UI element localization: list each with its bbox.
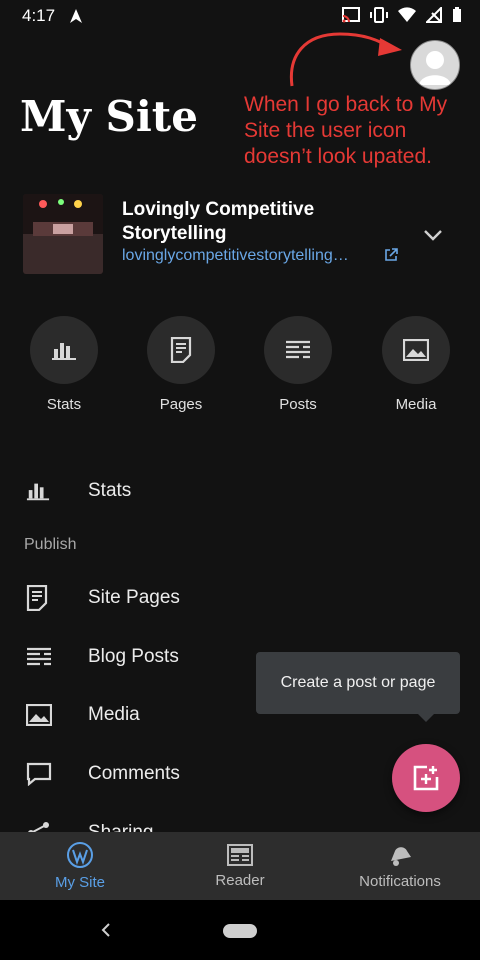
menu-item-label: Blog Posts — [88, 646, 179, 667]
tab-label: My Site — [54, 873, 105, 891]
create-fab-button[interactable] — [392, 744, 460, 812]
vibrate-icon — [370, 7, 388, 23]
annotation-text: When I go back to My Site the user icon … — [244, 93, 448, 168]
reader-icon — [227, 843, 253, 866]
signal-icon — [426, 7, 442, 23]
posts-icon — [264, 316, 332, 384]
cast-icon — [342, 7, 360, 23]
quick-action-label: Pages — [159, 396, 203, 413]
quick-action-stats[interactable]: Stats — [4, 316, 124, 413]
system-home-button[interactable] — [223, 924, 257, 938]
external-link-icon[interactable] — [384, 248, 398, 267]
tab-label: Notifications — [359, 872, 441, 890]
sharing-icon — [0, 820, 88, 832]
tab-my-site[interactable]: My Site — [0, 832, 160, 900]
create-post-icon — [413, 765, 439, 791]
status-time: 4:17 — [22, 6, 56, 25]
quick-action-label: Stats — [46, 396, 82, 413]
quick-action-media[interactable]: Media — [356, 316, 476, 413]
stats-icon — [30, 316, 98, 384]
annotation-arrow — [289, 32, 402, 87]
user-avatar[interactable] — [410, 40, 460, 90]
tab-reader[interactable]: Reader — [160, 832, 320, 900]
menu-item-sharing[interactable]: Sharing — [0, 808, 480, 832]
quick-action-label: Posts — [279, 396, 317, 413]
menu-item-label: Media — [88, 704, 140, 725]
menu-item-site-pages[interactable]: Site Pages — [0, 573, 480, 623]
site-pages-icon — [0, 585, 88, 611]
quick-action-pages[interactable]: Pages — [121, 316, 241, 413]
menu-item-label: Comments — [88, 763, 180, 784]
wifi-icon — [398, 7, 416, 23]
publish-section-header: Publish — [24, 536, 77, 553]
site-icon-thumbnail[interactable] — [23, 194, 103, 274]
stats-icon — [0, 480, 88, 502]
user-icon — [419, 51, 451, 85]
system-back-icon[interactable] — [98, 918, 114, 947]
quick-action-label: Media — [395, 396, 437, 413]
battery-icon — [453, 7, 461, 22]
quick-action-posts[interactable]: Posts — [238, 316, 358, 413]
menu-item-label: Site Pages — [88, 587, 180, 608]
tab-notifications[interactable]: Notifications — [320, 832, 480, 900]
menu-item-sharing-clip: Sharing — [0, 808, 480, 832]
bell-icon — [391, 846, 411, 866]
tab-label: Reader — [215, 871, 265, 889]
blog-posts-icon — [0, 647, 88, 667]
venue-photo — [23, 194, 103, 274]
site-title[interactable]: Lovingly Competitive Storytelling — [122, 198, 372, 246]
status-icons — [342, 7, 462, 23]
menu-item-label: Sharing — [88, 822, 154, 832]
comments-icon — [0, 762, 88, 786]
pages-icon — [147, 316, 215, 384]
navigation-icon — [68, 8, 84, 29]
tooltip-pointer — [418, 714, 434, 722]
bottom-navigation: My Site Reader Notifications — [0, 832, 480, 900]
media-icon — [0, 704, 88, 726]
menu-item-stats[interactable]: Stats — [0, 466, 480, 516]
wordpress-icon — [67, 841, 93, 868]
site-switcher-chevron-icon[interactable] — [422, 226, 444, 249]
page-title: My Site — [20, 92, 198, 141]
create-tooltip: Create a post or page — [256, 652, 460, 714]
media-icon — [382, 316, 450, 384]
site-url-link[interactable]: lovinglycompetitivestorytelling… — [122, 247, 349, 265]
menu-item-label: Stats — [88, 480, 132, 501]
